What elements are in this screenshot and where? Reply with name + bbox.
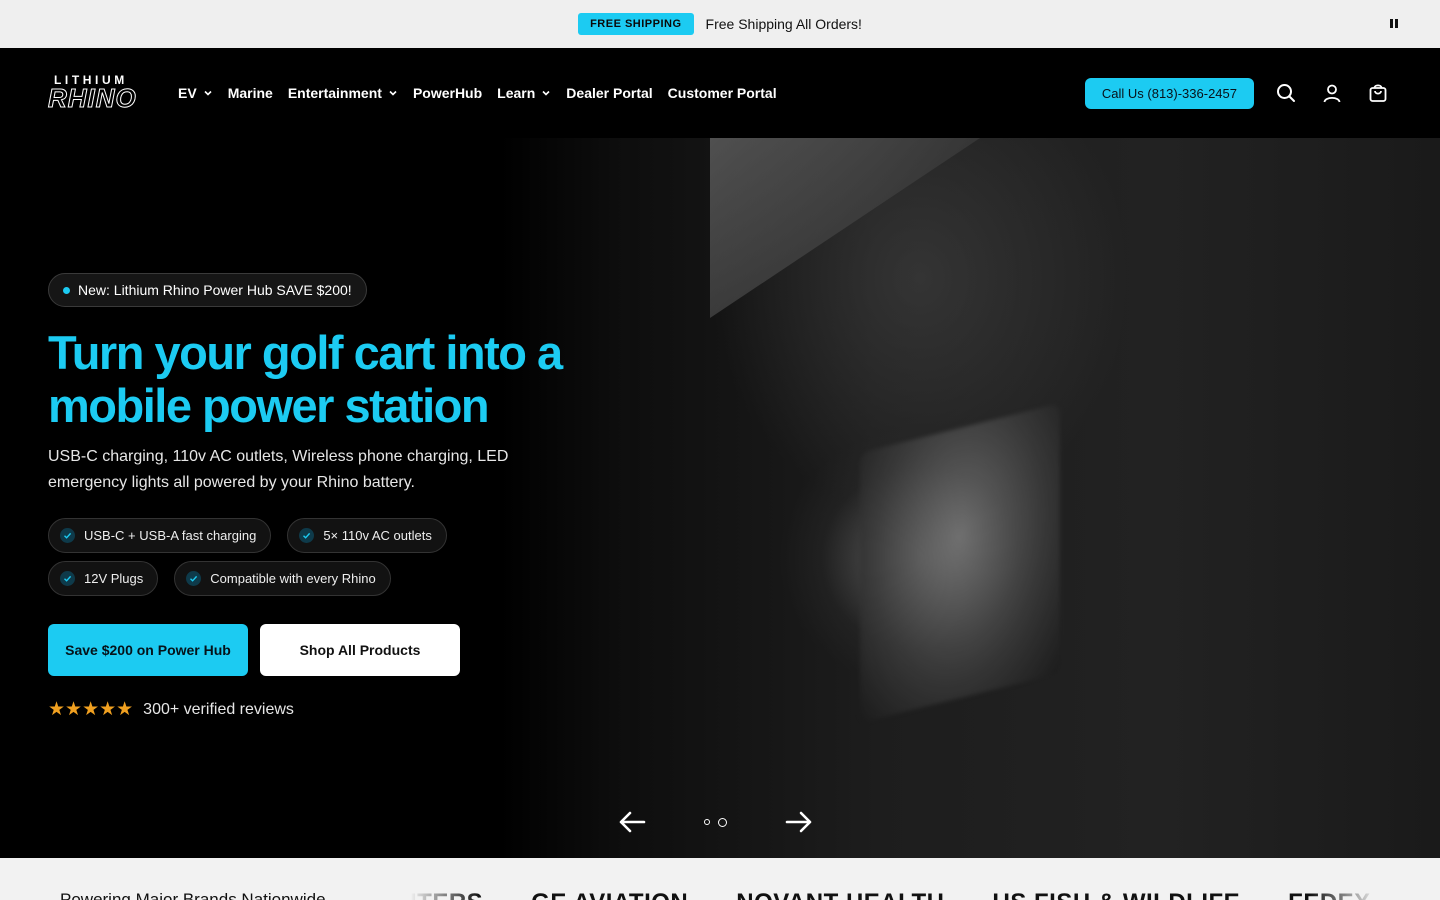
nav-item-powerhub[interactable]: PowerHub — [413, 85, 482, 101]
hero-background-image — [500, 138, 1440, 858]
promo-pill[interactable]: New: Lithium Rhino Power Hub SAVE $200! — [48, 273, 367, 307]
check-icon — [186, 571, 202, 586]
rating: ★★★★★ 300+ verified reviews — [48, 698, 294, 721]
brand-name: NOVANT HEALTH — [736, 889, 944, 900]
brand-name: FEDEX CORP — [1288, 889, 1378, 900]
hero-subtext: USB-C charging, 110v AC outlets, Wireles… — [48, 448, 509, 491]
feature-label: 12V Plugs — [84, 571, 144, 586]
nav-label: Dealer Portal — [566, 85, 653, 101]
nav-item-entertainment[interactable]: Entertainment — [288, 85, 398, 101]
feature-label: USB-C + USB-A fast charging — [84, 528, 257, 543]
feature-label: Compatible with every Rhino — [210, 571, 376, 586]
feature-chip: 5× 110v AC outlets — [287, 518, 447, 553]
brands-lead-text: Powering Major Brands Nationwide — [60, 890, 326, 900]
nav-item-learn[interactable]: Learn — [497, 85, 551, 101]
promo-pill-text: New: Lithium Rhino Power Hub SAVE $200! — [78, 282, 352, 298]
shop-all-products-button[interactable]: Shop All Products — [260, 624, 460, 676]
nav-item-marine[interactable]: Marine — [228, 85, 273, 101]
brand-name: US FISH & WILDLIFE — [993, 889, 1241, 900]
nav-item-ev[interactable]: EV — [178, 85, 213, 101]
chevron-down-icon — [389, 90, 397, 96]
hero-bg-highlight — [710, 138, 980, 318]
hero-headline: Turn your golf cart into a mobile power … — [48, 326, 563, 432]
arrow-right-icon[interactable] — [783, 808, 815, 836]
logo-bottom-text: RHINO — [48, 83, 137, 114]
chevron-down-icon — [204, 90, 212, 96]
nav-item-dealer-portal[interactable]: Dealer Portal — [566, 85, 652, 101]
brand-name: GE AVIATION — [531, 889, 688, 900]
feature-chip: USB-C + USB-A fast charging — [48, 518, 272, 553]
nav-label: Marine — [227, 85, 273, 101]
hero-bg-product — [860, 403, 1060, 723]
pause-icon[interactable] — [1390, 19, 1398, 28]
announcement-message: Free Shipping All Orders! — [705, 16, 862, 32]
slide-dot-2-active[interactable] — [718, 817, 727, 827]
feature-label: 5× 110v AC outlets — [323, 528, 432, 543]
star-rating-icon: ★★★★★ — [48, 699, 134, 720]
brand-name: ITERS — [410, 889, 483, 900]
nav-label: EV — [178, 85, 197, 101]
nav-label: Entertainment — [287, 85, 382, 101]
promo-dot-icon — [63, 286, 70, 294]
arrow-left-icon[interactable] — [616, 808, 648, 836]
check-icon — [60, 571, 75, 586]
free-shipping-badge: FREE SHIPPING — [578, 13, 694, 35]
call-us-button[interactable]: Call Us (813)-336-2457 — [1084, 77, 1254, 109]
search-icon[interactable] — [1272, 79, 1300, 107]
account-icon[interactable] — [1318, 79, 1346, 107]
logo[interactable]: LITHIUM RHINO — [48, 73, 162, 114]
brands-strip: Powering Major Brands Nationwide ITERS G… — [0, 858, 1440, 900]
feature-chip: 12V Plugs — [48, 561, 159, 596]
feature-list: USB-C + USB-A fast charging 5× 110v AC o… — [48, 518, 568, 596]
site-header: LITHIUM RHINO EV Marine Entertainment Po… — [0, 48, 1440, 138]
reviews-count: 300+ verified reviews — [143, 700, 294, 718]
hero-slider-controls — [616, 808, 815, 836]
chevron-down-icon — [542, 90, 550, 96]
brand-marquee: ITERS GE AVIATION NOVANT HEALTH US FISH … — [410, 889, 1378, 900]
cart-icon[interactable] — [1364, 79, 1392, 107]
main-nav: EV Marine Entertainment PowerHub Learn D… — [178, 85, 777, 101]
check-icon — [299, 528, 315, 543]
nav-label: PowerHub — [412, 85, 483, 101]
check-icon — [60, 528, 75, 543]
slide-dots — [704, 817, 727, 827]
nav-label: Learn — [497, 85, 536, 101]
nav-label: Customer Portal — [667, 85, 777, 101]
hero-section: New: Lithium Rhino Power Hub SAVE $200! … — [0, 138, 1440, 858]
announcement-bar: FREE SHIPPING Free Shipping All Orders! — [0, 0, 1440, 48]
slide-dot-1[interactable] — [704, 819, 710, 825]
feature-chip: Compatible with every Rhino — [174, 561, 391, 596]
header-actions: Call Us (813)-336-2457 — [1084, 77, 1392, 109]
save-on-power-hub-button[interactable]: Save $200 on Power Hub — [48, 624, 248, 676]
nav-item-customer-portal[interactable]: Customer Portal — [668, 85, 777, 101]
